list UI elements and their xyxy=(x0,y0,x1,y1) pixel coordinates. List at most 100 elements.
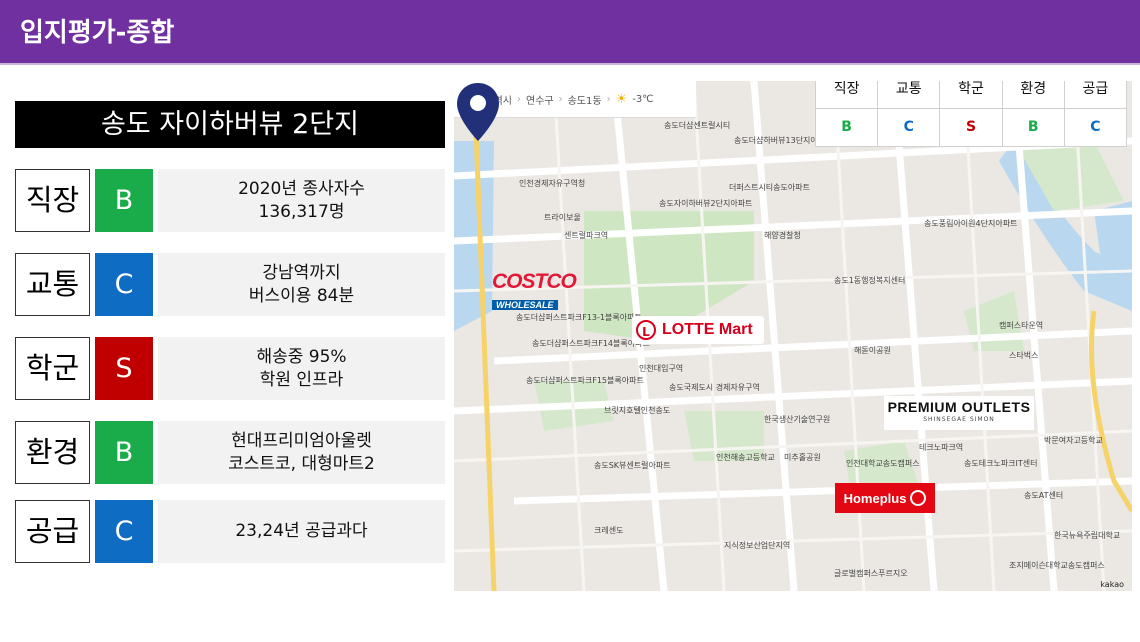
grade-badge: S xyxy=(95,337,153,400)
place-label: 해돋이공원 xyxy=(854,346,891,355)
description-line: 해송중 95% xyxy=(256,346,347,367)
lotte-text: LOTTE Mart xyxy=(662,321,753,338)
place-label: 송도자이하버뷰2단지아파트 xyxy=(659,199,753,208)
grade-summary-table: 직장 교통 학군 환경 공급 B C S B C xyxy=(815,81,1127,147)
breadcrumb-item[interactable]: 송도1동 xyxy=(568,92,602,107)
place-label: 송도AT센터 xyxy=(1024,491,1064,500)
place-label: 더퍼스트시티송도아파트 xyxy=(729,183,810,192)
description-line: 강남역까지 xyxy=(262,262,341,283)
description-line: 136,317명 xyxy=(258,201,345,222)
grade-table-header: 직장 교통 학군 환경 공급 xyxy=(816,81,1126,109)
description-line: 버스이용 84분 xyxy=(248,285,355,306)
place-label: 송도테크노파크IT센터 xyxy=(964,459,1038,468)
description-line: 코스트코, 대형마트2 xyxy=(228,453,375,474)
grade-table-heading: 환경 xyxy=(1003,81,1065,108)
grade-row-work: 직장 B 2020년 종사자수 136,317명 xyxy=(15,169,445,232)
grade-description: 강남역까지 버스이용 84분 xyxy=(158,253,445,316)
place-label: 송도SK뷰센트럴아파트 xyxy=(594,461,671,470)
homeplus-text: Homeplus xyxy=(843,490,907,506)
grade-row-school: 학군 S 해송중 95% 학원 인프라 xyxy=(15,337,445,400)
grade-table-value: S xyxy=(940,109,1003,146)
costco-text: COSTCO xyxy=(492,270,577,293)
category-label: 환경 xyxy=(15,421,90,484)
place-label: 미추홀공원 xyxy=(784,453,821,462)
place-label: 송도더샵퍼스트파크F15블록아파트 xyxy=(526,376,644,385)
place-label: 글로벌캠퍼스푸르지오 xyxy=(834,569,908,578)
location-pin-icon[interactable] xyxy=(454,81,502,143)
grade-table-heading: 학군 xyxy=(940,81,1003,108)
map-base xyxy=(454,81,1132,591)
header-divider xyxy=(0,63,1140,65)
page-title: 입지평가-종합 xyxy=(20,18,175,48)
map-attribution: kakao xyxy=(1100,580,1124,589)
grade-description: 현대프리미엄아울렛 코스트코, 대형마트2 xyxy=(158,421,445,484)
chevron-right-icon: › xyxy=(517,93,521,105)
header-bar: 입지평가-종합 xyxy=(0,0,1140,63)
grade-badge: C xyxy=(95,500,153,563)
grade-table-heading: 교통 xyxy=(878,81,941,108)
grade-description: 23,24년 공급과다 xyxy=(158,500,445,563)
grade-table-value: C xyxy=(878,109,941,146)
grade-table-heading: 직장 xyxy=(816,81,879,108)
place-label: 송도국제도시 경제자유구역 xyxy=(669,383,760,392)
grade-row-transport: 교통 C 강남역까지 버스이용 84분 xyxy=(15,253,445,316)
lotte-mart-logo[interactable]: L LOTTE Mart xyxy=(632,316,764,344)
homeplus-logo[interactable]: Homeplus xyxy=(835,483,935,513)
description-line: 현대프리미엄아울렛 xyxy=(231,430,372,451)
place-label: 인천해송고등학교 xyxy=(716,453,775,462)
place-label: 센트럴파크역 xyxy=(564,231,609,240)
place-label: 크레센도 xyxy=(594,526,624,535)
category-label: 직장 xyxy=(15,169,90,232)
chevron-right-icon: › xyxy=(606,93,611,105)
place-label: 조지메이슨대학교송도캠퍼스 xyxy=(1009,561,1105,570)
place-label: 트라이보울 xyxy=(544,213,581,222)
place-label: 브릿지호텔인천송도 xyxy=(604,406,671,415)
grade-badge: C xyxy=(95,253,153,316)
costco-logo[interactable]: COSTCO WHOLESALE xyxy=(492,270,596,310)
chevron-right-icon: › xyxy=(558,93,563,105)
place-label: 지식정보산업단지역 xyxy=(724,541,791,550)
place-label: 한국생산기술연구원 xyxy=(764,415,831,424)
weather-temp: -3℃ xyxy=(632,93,654,105)
category-label: 교통 xyxy=(15,253,90,316)
outlets-text: PREMIUM OUTLETS xyxy=(887,399,1031,415)
description-line: 학원 인프라 xyxy=(259,369,344,390)
place-label: 인천대입구역 xyxy=(639,364,684,373)
place-label: 인천경제자유구역청 xyxy=(519,179,586,188)
grade-table-value: B xyxy=(816,109,879,146)
breadcrumb-item[interactable]: 연수구 xyxy=(526,92,554,107)
place-label: 스타벅스 xyxy=(1009,351,1039,360)
place-label: 한국뉴욕주립대학교 xyxy=(1054,531,1121,540)
grade-description: 해송중 95% 학원 인프라 xyxy=(158,337,445,400)
premium-outlets-logo[interactable]: PREMIUM OUTLETS SHINSEGAE SIMON xyxy=(884,396,1034,430)
grade-badge: B xyxy=(95,421,153,484)
place-label: 인천대학교송도캠퍼스 xyxy=(846,459,920,468)
grade-table-heading: 공급 xyxy=(1082,81,1109,97)
grade-row-supply: 공급 C 23,24년 공급과다 xyxy=(15,500,445,563)
grade-table-value: B xyxy=(1003,109,1065,146)
grade-table-value: C xyxy=(1090,119,1101,135)
place-label: 캠퍼스타운역 xyxy=(999,321,1044,330)
description-line: 2020년 종사자수 xyxy=(238,178,365,199)
place-label: 해양경찰청 xyxy=(764,231,801,240)
category-label: 공급 xyxy=(15,500,90,563)
description-line: 23,24년 공급과다 xyxy=(235,521,368,541)
homeplus-icon xyxy=(910,490,927,506)
grade-badge: B xyxy=(95,169,153,232)
place-label: 송도더샵센트럴시티 xyxy=(664,121,731,130)
grade-description: 2020년 종사자수 136,317명 xyxy=(158,169,445,232)
grade-table-values: B C S B C xyxy=(816,109,1126,146)
location-map[interactable]: 인천광역시 › 연수구 › 송도1동 › ☀ -3℃ 송도더샵센트럴시티 송도더… xyxy=(454,81,1132,591)
category-label: 학군 xyxy=(15,337,90,400)
complex-name-box: 송도 자이하버뷰 2단지 xyxy=(15,101,445,148)
place-label: 테크노파크역 xyxy=(919,443,964,452)
place-label: 박문여자고등학교 xyxy=(1044,436,1103,445)
sun-icon: ☀ xyxy=(615,91,628,107)
place-label: 송도풍림아이원4단지아파트 xyxy=(924,219,1018,228)
grade-row-environment: 환경 B 현대프리미엄아울렛 코스트코, 대형마트2 xyxy=(15,421,445,484)
place-label: 송도더샵퍼스트파크F13-1블록아파트 xyxy=(516,313,642,322)
outlets-subtext: SHINSEGAE SIMON xyxy=(923,416,995,423)
place-label: 송도1동행정복지센터 xyxy=(834,276,906,285)
lotte-icon: L xyxy=(636,320,656,340)
costco-subtext: WHOLESALE xyxy=(492,300,558,310)
